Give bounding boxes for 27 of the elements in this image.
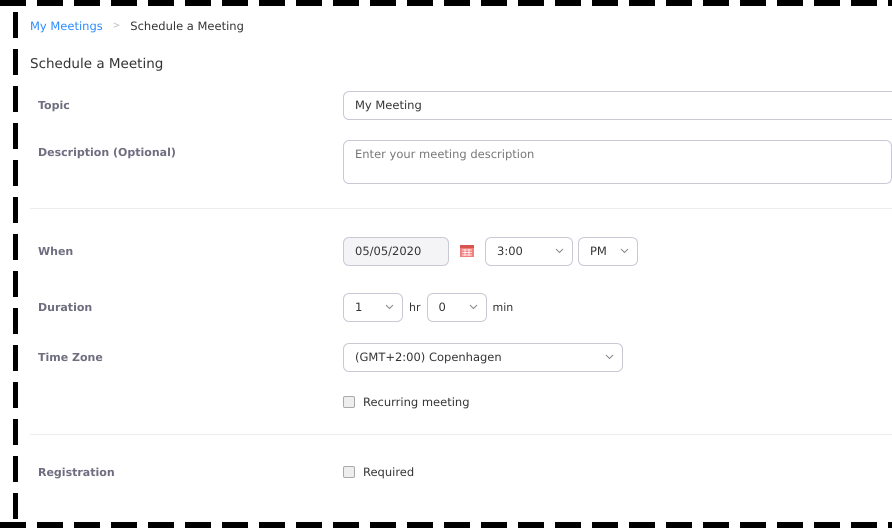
chevron-down-icon xyxy=(555,248,564,254)
unit-label: min xyxy=(492,300,514,314)
minutes-select[interactable]: 0 xyxy=(426,292,486,322)
chevron-down-icon xyxy=(468,304,478,310)
time-select[interactable]: 3:00 xyxy=(485,236,573,266)
current-page-text: Schedule a Meeting xyxy=(130,19,244,33)
field-label: When xyxy=(38,244,74,258)
field-label: Registration xyxy=(38,466,116,478)
topic-field[interactable]: My Meeting xyxy=(343,90,892,120)
breadcrumb-separator: > xyxy=(112,21,120,31)
field-label: Description (Optional) xyxy=(38,145,177,159)
field-label: Time Zone xyxy=(38,350,104,364)
description-field[interactable]: Enter your meeting description xyxy=(343,140,892,184)
time-zone-select[interactable]: (GMT+2:00) Copenhagen xyxy=(343,342,623,372)
unit-label: hr xyxy=(409,300,420,314)
chevron-down-icon xyxy=(385,304,394,310)
page-title: Schedule a Meeting xyxy=(30,56,164,74)
recurring-checkbox[interactable]: Recurring meeting xyxy=(343,395,470,409)
field-label: Duration xyxy=(38,300,94,314)
chevron-down-icon xyxy=(605,354,614,360)
am-pm-select[interactable]: PM xyxy=(578,236,638,266)
chevron-down-icon xyxy=(620,248,629,254)
hours-select[interactable]: 1 xyxy=(343,292,403,322)
date-field[interactable]: 05/05/2020 xyxy=(343,236,449,266)
calendar-icon[interactable] xyxy=(460,245,474,257)
field-label: Topic xyxy=(38,98,71,112)
required-checkbox[interactable]: Required xyxy=(343,465,414,479)
